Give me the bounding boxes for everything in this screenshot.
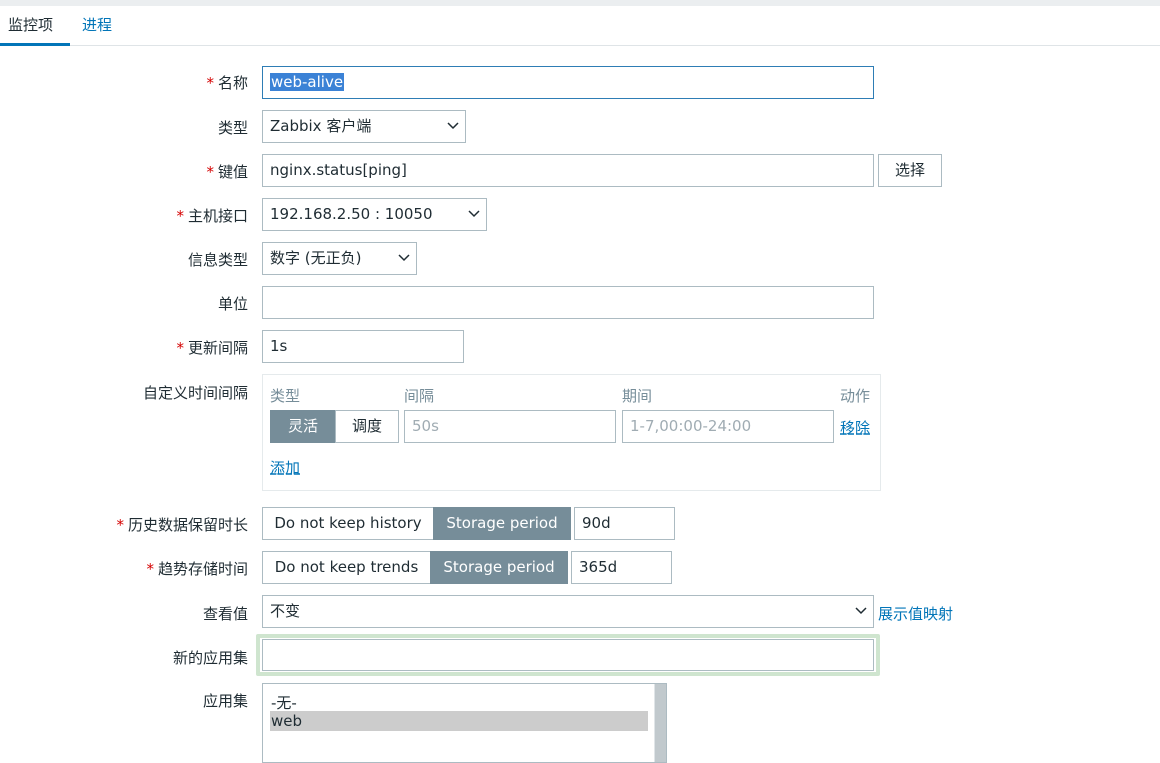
type-label: 类型 bbox=[217, 119, 248, 137]
interval-input[interactable]: 50s bbox=[404, 410, 616, 443]
trends-input[interactable]: 365d bbox=[571, 551, 672, 584]
update-interval-label: * 更新间隔 bbox=[176, 339, 248, 357]
units-input[interactable] bbox=[262, 286, 874, 319]
header-type: 类型 bbox=[270, 387, 301, 405]
interface-select-value: 192.168.2.50 : 10050 bbox=[270, 205, 433, 223]
name-input[interactable]: web-alive bbox=[262, 66, 874, 99]
applications-label: 应用集 bbox=[202, 692, 248, 710]
list-item[interactable]: web bbox=[270, 711, 648, 731]
chevron-down-icon bbox=[447, 121, 459, 131]
update-interval-input[interactable]: 1s bbox=[262, 330, 464, 363]
interval-type-flexible[interactable]: 灵活 bbox=[270, 410, 336, 443]
interface-select[interactable]: 192.168.2.50 : 10050 bbox=[262, 198, 487, 231]
add-interval-link[interactable]: 添加 bbox=[270, 457, 300, 478]
valuemap-select-value: 不变 bbox=[270, 602, 301, 620]
tab-processes[interactable]: 进程 bbox=[74, 6, 120, 46]
applications-listbox[interactable]: -无- web bbox=[262, 683, 667, 763]
units-label: 单位 bbox=[217, 295, 248, 313]
trends-label: * 趋势存储时间 bbox=[146, 560, 248, 578]
interval-type-scheduling[interactable]: 调度 bbox=[335, 410, 399, 443]
select-key-button[interactable]: 选择 bbox=[878, 154, 942, 187]
show-value-mappings-link[interactable]: 展示值映射 bbox=[878, 603, 953, 624]
type-select[interactable]: Zabbix 客户端 bbox=[262, 110, 466, 143]
valuemap-label: 查看值 bbox=[202, 605, 248, 623]
period-input[interactable]: 1-7,00:00-24:00 bbox=[622, 410, 834, 443]
key-input[interactable]: nginx.status[ping] bbox=[262, 154, 874, 187]
new-application-label: 新的应用集 bbox=[172, 649, 248, 667]
info-type-select[interactable]: 数字 (无正负) bbox=[262, 242, 417, 275]
trends-do-not-keep[interactable]: Do not keep trends bbox=[262, 551, 431, 584]
scrollbar[interactable] bbox=[654, 684, 666, 762]
list-item[interactable]: -无- bbox=[270, 693, 648, 713]
header-period: 期间 bbox=[622, 387, 653, 405]
info-type-select-value: 数字 (无正负) bbox=[270, 249, 362, 267]
name-label: * 名称 bbox=[206, 74, 248, 92]
history-storage-period[interactable]: Storage period bbox=[433, 507, 571, 540]
header-action: 动作 bbox=[840, 387, 871, 405]
info-type-label: 信息类型 bbox=[187, 251, 248, 269]
new-application-input[interactable] bbox=[262, 639, 874, 671]
history-do-not-keep[interactable]: Do not keep history bbox=[262, 507, 434, 540]
chevron-down-icon bbox=[855, 606, 867, 616]
trends-storage-period[interactable]: Storage period bbox=[430, 551, 568, 584]
tab-items[interactable]: 监控项 bbox=[0, 6, 70, 46]
tab-bar: 监控项 进程 bbox=[0, 6, 1160, 46]
custom-intervals-table: 类型 间隔 期间 动作 灵活 调度 50s 1-7,00:00-24:00 移除… bbox=[262, 374, 881, 491]
header-interval: 间隔 bbox=[404, 387, 435, 405]
custom-intervals-label: 自定义时间间隔 bbox=[142, 384, 248, 402]
history-input[interactable]: 90d bbox=[574, 507, 675, 540]
interface-label: * 主机接口 bbox=[176, 207, 248, 225]
valuemap-select[interactable]: 不变 bbox=[262, 595, 874, 628]
remove-interval-link[interactable]: 移除 bbox=[840, 417, 870, 438]
history-label: * 历史数据保留时长 bbox=[116, 516, 248, 534]
type-select-value: Zabbix 客户端 bbox=[270, 117, 372, 135]
chevron-down-icon bbox=[398, 253, 410, 263]
chevron-down-icon bbox=[468, 209, 480, 219]
key-label: * 键值 bbox=[206, 163, 248, 181]
